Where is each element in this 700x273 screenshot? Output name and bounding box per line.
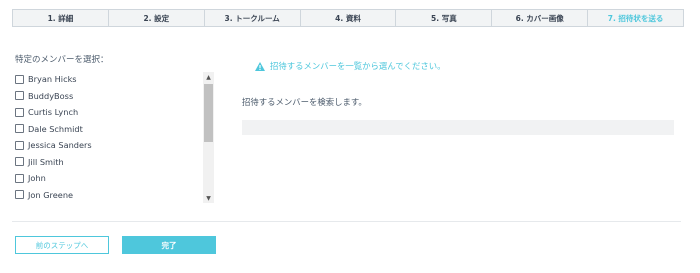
step-tab-documents[interactable]: 4. 資料 xyxy=(299,9,396,27)
member-name: Jill Smith xyxy=(28,156,64,167)
warning-icon xyxy=(255,61,265,71)
member-item[interactable]: BuddyBoss xyxy=(15,89,73,103)
step-navigation: 1. 詳細 2. 設定 3. トークルーム 4. 資料 5. 写真 6. カバー… xyxy=(12,9,685,27)
member-name: BuddyBoss xyxy=(28,90,74,101)
member-name: Jessica Sanders xyxy=(28,140,92,150)
member-name: Curtis Lynch xyxy=(28,107,79,117)
step-tab-cover-image[interactable]: 6. カバー画像 xyxy=(491,9,588,27)
member-item[interactable]: Jessica Sanders xyxy=(15,138,92,152)
member-name: Dale Schmidt xyxy=(28,123,83,134)
member-list: Bryan Hicks BuddyBoss Curtis Lynch Dale … xyxy=(15,72,215,203)
member-checkbox[interactable] xyxy=(15,74,24,84)
member-name: John xyxy=(28,173,46,183)
member-item[interactable]: Bryan Hicks xyxy=(15,72,77,86)
scroll-down-arrow-icon[interactable]: ▼ xyxy=(203,193,214,203)
member-checkbox[interactable] xyxy=(15,190,24,199)
member-item[interactable]: Curtis Lynch xyxy=(15,105,78,119)
member-item[interactable]: Dale Schmidt xyxy=(15,122,83,136)
member-checkbox[interactable] xyxy=(15,124,24,133)
step-tab-photos[interactable]: 5. 写真 xyxy=(395,9,492,27)
step-tab-details[interactable]: 1. 詳細 xyxy=(12,9,108,27)
search-label: 招待するメンバーを検索します。 xyxy=(242,97,367,107)
member-checkbox[interactable] xyxy=(15,140,24,150)
member-select-label: 特定のメンバーを選択： xyxy=(15,55,109,65)
previous-step-button[interactable]: 前のステップへ xyxy=(15,236,109,254)
member-checkbox[interactable] xyxy=(15,157,24,166)
member-checkbox[interactable] xyxy=(15,91,24,100)
member-item[interactable]: Jon Greene xyxy=(15,188,73,202)
member-checkbox[interactable] xyxy=(15,173,24,183)
member-item[interactable]: John xyxy=(15,171,46,185)
member-name: Jon Greene xyxy=(28,189,74,200)
select-notice: 招待するメンバーを一覧から選んでください。 xyxy=(255,60,445,72)
member-list-scrollbar[interactable]: ▲ ▼ xyxy=(203,72,214,203)
step-tab-talk-room[interactable]: 3. トークルーム xyxy=(203,9,300,27)
member-search-input[interactable] xyxy=(242,120,674,135)
member-name: Bryan Hicks xyxy=(28,74,77,84)
notice-text: 招待するメンバーを一覧から選んでください。 xyxy=(270,61,446,71)
step-tab-send-invites[interactable]: 7. 招待状を送る xyxy=(587,9,685,27)
member-item[interactable]: Jill Smith xyxy=(15,155,64,169)
finish-button[interactable]: 完了 xyxy=(122,236,216,254)
step-tab-settings[interactable]: 2. 設定 xyxy=(107,9,204,27)
member-checkbox[interactable] xyxy=(15,107,24,117)
divider xyxy=(12,221,681,222)
scrollbar-thumb[interactable] xyxy=(204,84,213,142)
scroll-up-arrow-icon[interactable]: ▲ xyxy=(203,72,214,82)
